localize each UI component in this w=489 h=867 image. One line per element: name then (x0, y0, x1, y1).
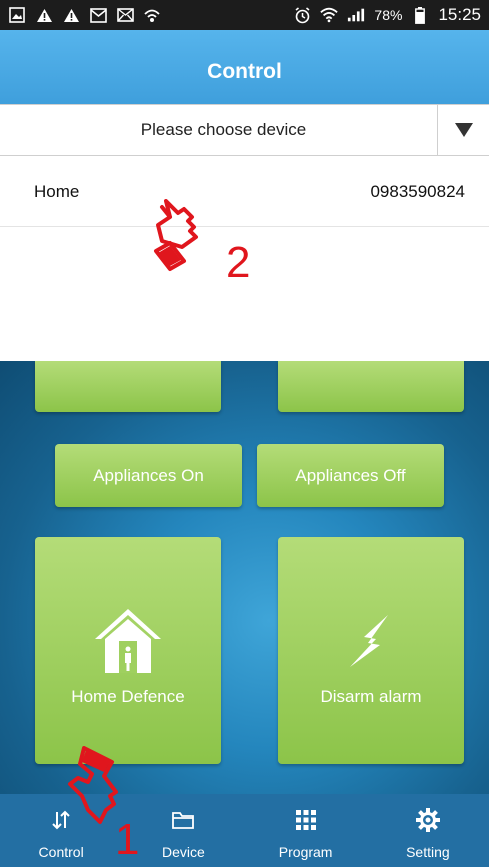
device-list-item[interactable]: Home 0983590824 (0, 157, 489, 227)
house-icon (95, 609, 161, 673)
triangle-down-icon (454, 123, 473, 137)
nav-device-label: Device (161, 844, 205, 860)
device-selector-placeholder: Please choose device (140, 120, 307, 139)
warning-icon (62, 7, 80, 23)
grid-icon (295, 808, 317, 832)
clock-time: 15:25 (438, 5, 481, 24)
appliances-on-label: Appliances On (93, 465, 204, 485)
page-title: Control (207, 60, 282, 83)
alarm-clock-icon (293, 6, 311, 23)
appliances-on-button[interactable]: Appliances On (55, 444, 242, 507)
notification-icons (8, 7, 161, 23)
device-phone: 0983590824 (370, 181, 465, 201)
warning-icon (35, 7, 53, 23)
appliances-off-button[interactable]: Appliances Off (257, 444, 444, 507)
device-selector[interactable]: Please choose device (0, 104, 489, 156)
gear-icon (415, 808, 440, 832)
tile-top-right-partial[interactable] (278, 361, 464, 412)
disarm-alarm-label: Disarm alarm (320, 687, 422, 706)
home-defence-button[interactable]: Home Defence (35, 537, 221, 764)
battery-percent: 78% (374, 7, 403, 23)
nav-setting[interactable]: Setting (367, 794, 489, 867)
dropdown-arrow-button[interactable] (437, 104, 489, 156)
gallery-icon (8, 7, 26, 23)
system-icons: 78% 15:25 (293, 5, 481, 25)
disarm-alarm-button[interactable]: Disarm alarm (278, 537, 464, 764)
tile-top-left-partial[interactable] (35, 361, 221, 412)
battery-icon (411, 6, 429, 24)
gmail-icon (89, 7, 107, 23)
step-2-label: 2 (226, 238, 251, 287)
nav-program[interactable]: Program (245, 794, 367, 867)
pointing-hand-icon (154, 199, 198, 271)
nav-device[interactable]: Device (122, 794, 244, 867)
control-panel: Appliances On Appliances Off Home Defenc… (0, 361, 489, 794)
home-defence-label: Home Defence (71, 687, 185, 706)
title-bar: Control (0, 30, 489, 104)
device-name: Home (34, 181, 80, 201)
lightning-icon (350, 615, 388, 667)
folder-icon (171, 808, 195, 832)
mail-icon (116, 7, 134, 23)
nav-setting-label: Setting (406, 844, 450, 860)
wifi-icon (320, 7, 339, 23)
appliances-off-label: Appliances Off (295, 465, 406, 485)
status-bar: 78% 15:25 (0, 0, 489, 30)
app-screen: 78% 15:25 Control Please choose device H… (0, 0, 489, 867)
signal-icon (347, 7, 365, 23)
hotspot-icon (143, 7, 161, 23)
nav-control-label: Control (38, 844, 84, 860)
step-1-label: 1 (115, 815, 140, 864)
nav-program-label: Program (278, 844, 333, 860)
